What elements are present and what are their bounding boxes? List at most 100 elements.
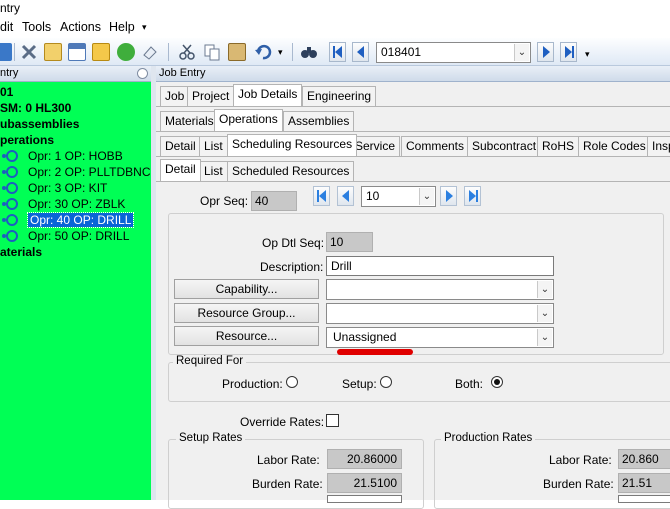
- copy-icon[interactable]: [203, 43, 221, 61]
- last-operation-button[interactable]: [464, 186, 481, 206]
- menu-help[interactable]: Help: [109, 20, 135, 34]
- tree-item-operation[interactable]: Opr: 50 OP: DRILL: [0, 229, 129, 243]
- opr-seq-field: 40: [251, 191, 297, 211]
- tree-item-operation[interactable]: Opr: 30 OP: ZBLK: [0, 197, 125, 211]
- tree-item-job[interactable]: 01: [0, 85, 13, 99]
- op-dtl-seq-field: 10: [326, 232, 373, 252]
- production-labor-rate-field: 20.860: [618, 449, 670, 469]
- tab-scheduling-resources[interactable]: Scheduling Resources: [227, 134, 358, 156]
- tab-scheduled-resources[interactable]: Scheduled Resources: [227, 161, 355, 181]
- next-operation-button[interactable]: [440, 186, 457, 206]
- chevron-down-icon[interactable]: ⌄: [419, 188, 434, 205]
- resource-group-select[interactable]: ⌄: [326, 303, 554, 324]
- tab-materials[interactable]: Materials: [160, 111, 219, 131]
- tab-assemblies[interactable]: Assemblies: [283, 111, 355, 131]
- setup-radio[interactable]: [380, 376, 392, 388]
- tab-list-inner[interactable]: List: [199, 161, 228, 181]
- tab-role-codes[interactable]: Role Codes: [578, 136, 651, 156]
- capability-select[interactable]: ⌄: [326, 279, 554, 300]
- tab-job[interactable]: Job: [160, 86, 190, 106]
- tree-item-operation[interactable]: Opr: 1 OP: HOBB: [0, 149, 123, 163]
- tab-subcontract[interactable]: Subcontract: [467, 136, 542, 156]
- operation-detail-selector[interactable]: 10 ⌄: [361, 186, 436, 207]
- tree-panel-title: ntry: [0, 67, 19, 79]
- production-extra-field[interactable]: [618, 495, 670, 503]
- previous-record-button[interactable]: [352, 42, 369, 62]
- capability-button[interactable]: Capability...: [174, 279, 319, 299]
- window-title-bar: ntry: [0, 0, 670, 18]
- chevron-down-icon[interactable]: ⌄: [537, 281, 552, 298]
- tab-service[interactable]: Service: [350, 136, 401, 156]
- save-icon[interactable]: [0, 43, 12, 61]
- tab-detail-inner[interactable]: Detail: [160, 159, 201, 181]
- tab-comments[interactable]: Comments: [401, 136, 470, 156]
- chevron-down-icon[interactable]: ⌄: [537, 329, 552, 346]
- menu-edit[interactable]: dit: [0, 20, 13, 34]
- first-record-button[interactable]: [329, 42, 346, 62]
- chevron-down-icon[interactable]: ⌄: [514, 44, 529, 61]
- resource-select[interactable]: Unassigned ⌄: [326, 327, 554, 348]
- operation-detail-selector-value: 10: [366, 189, 380, 203]
- tab-rohs[interactable]: RoHS: [537, 136, 580, 156]
- override-rates-checkbox[interactable]: [326, 414, 339, 427]
- tab-operations[interactable]: Operations: [214, 109, 283, 131]
- pin-icon[interactable]: [137, 68, 148, 79]
- undo-dropdown-icon[interactable]: ▾: [278, 47, 283, 58]
- tab-engineering[interactable]: Engineering: [302, 86, 377, 106]
- previous-operation-button[interactable]: [337, 186, 354, 206]
- production-label: Production:: [222, 377, 283, 391]
- operation-gear-icon: [0, 165, 18, 179]
- production-burden-rate-label: Burden Rate:: [543, 477, 614, 491]
- both-radio[interactable]: [491, 376, 503, 388]
- last-record-button[interactable]: [560, 42, 577, 62]
- operation-gear-icon: [0, 149, 18, 163]
- cut-icon[interactable]: [178, 43, 196, 61]
- tree-item-operations[interactable]: perations: [0, 133, 54, 147]
- tab-strip-divider: [156, 181, 670, 182]
- production-rates-title: Production Rates: [441, 432, 536, 444]
- calendar-icon[interactable]: [68, 43, 86, 61]
- folder-icon[interactable]: [92, 43, 110, 61]
- tree-item-operation[interactable]: Opr: 3 OP: KIT: [0, 181, 107, 195]
- tab-project[interactable]: Project: [187, 86, 235, 106]
- tab-job-details[interactable]: Job Details: [233, 84, 303, 106]
- next-record-button[interactable]: [537, 42, 554, 62]
- menu-actions[interactable]: Actions: [60, 20, 101, 34]
- menu-tools[interactable]: Tools: [22, 20, 51, 34]
- record-selector[interactable]: 018401 ⌄: [376, 42, 531, 63]
- toolbar-overflow-icon[interactable]: ▾: [585, 49, 590, 60]
- tab-inspection[interactable]: Insp: [647, 136, 670, 156]
- first-operation-button[interactable]: [313, 186, 330, 206]
- undo-icon[interactable]: [254, 43, 272, 61]
- paste-icon[interactable]: [228, 43, 246, 61]
- setup-burden-rate-field: 21.5100: [327, 473, 402, 493]
- setup-extra-field[interactable]: [327, 495, 402, 503]
- toolbar: ▾ 018401 ⌄ ▾: [0, 38, 670, 66]
- tree-item-operation[interactable]: Opr: 2 OP: PLLTDBNC: [0, 165, 150, 179]
- description-input[interactable]: Drill: [326, 256, 554, 276]
- chevron-down-icon[interactable]: ⌄: [537, 305, 552, 322]
- operation-gear-icon: [0, 197, 18, 211]
- attachment-icon[interactable]: [44, 43, 62, 61]
- delete-icon[interactable]: [20, 43, 38, 61]
- menu-overflow-icon[interactable]: ▾: [142, 22, 147, 33]
- tab-strip-divider: [156, 156, 670, 157]
- setup-rates-title: Setup Rates: [176, 432, 246, 444]
- tree-item-operation-selected[interactable]: Opr: 40 OP: DRILL: [0, 212, 135, 228]
- production-radio[interactable]: [286, 376, 298, 388]
- job-tree-panel: 01 SM: 0 HL300 ubassemblies perations Op…: [0, 82, 151, 500]
- refresh-icon[interactable]: [117, 43, 135, 61]
- resource-group-button[interactable]: Resource Group...: [174, 303, 319, 323]
- tree-item-subassemblies[interactable]: ubassemblies: [0, 117, 79, 131]
- opr-seq-label: Opr Seq:: [200, 194, 249, 208]
- tree-item-materials[interactable]: aterials: [0, 245, 42, 259]
- binoculars-icon[interactable]: [300, 43, 318, 61]
- tab-list[interactable]: List: [199, 136, 228, 156]
- tab-detail[interactable]: Detail: [160, 136, 201, 156]
- setup-label: Setup:: [342, 377, 377, 391]
- setup-labor-rate-label: Labor Rate:: [257, 453, 320, 467]
- operation-gear-icon: [0, 229, 18, 243]
- resource-button[interactable]: Resource...: [174, 326, 319, 346]
- tree-item-assembly[interactable]: SM: 0 HL300: [0, 101, 71, 115]
- eraser-icon[interactable]: [141, 43, 159, 61]
